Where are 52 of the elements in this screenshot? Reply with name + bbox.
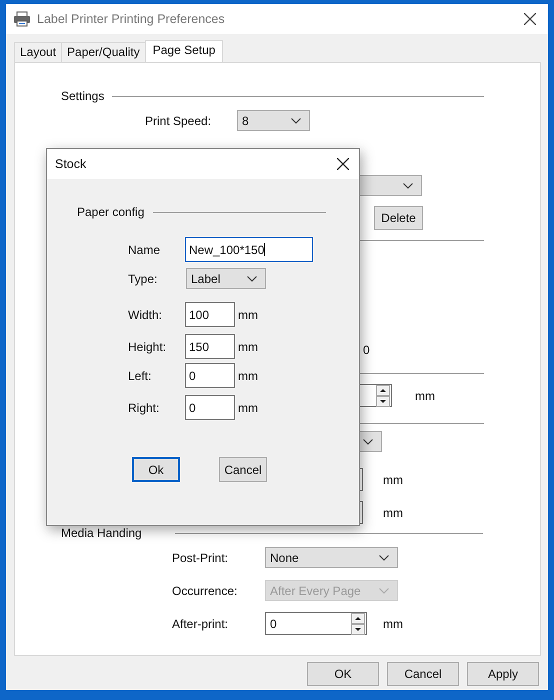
- group-label: Paper config: [77, 205, 146, 219]
- delete-button[interactable]: Delete: [374, 206, 423, 230]
- field-label: Height:: [128, 340, 168, 354]
- unit-label: mm: [238, 340, 258, 354]
- unit-label: mm: [238, 368, 258, 382]
- type-dropdown[interactable]: Label: [186, 268, 266, 289]
- value-text: 0: [363, 343, 370, 357]
- speed-dropdown[interactable]: 8: [237, 110, 310, 131]
- ok-button[interactable]: Ok: [132, 457, 180, 482]
- close-icon[interactable]: [337, 158, 349, 170]
- chevron-icon: [379, 588, 389, 594]
- unit-label: mm: [238, 308, 258, 322]
- field-label: After-print:: [172, 616, 230, 630]
- unit-label: mm: [383, 616, 403, 630]
- input-field[interactable]: 0: [185, 363, 235, 388]
- close-icon[interactable]: [524, 13, 536, 25]
- dialog-title: Stock: [55, 157, 86, 171]
- group-label: Media Handing: [61, 526, 143, 540]
- field-label: Right:: [128, 400, 160, 414]
- input-field[interactable]: 150: [185, 334, 235, 359]
- window-title: Label Printer Printing Preferences: [37, 12, 226, 26]
- cancel-button[interactable]: Cancel: [387, 662, 459, 686]
- chevron-icon: [363, 438, 373, 444]
- spin-arrows-icon[interactable]: [376, 384, 390, 406]
- tab[interactable]: Page Setup: [144, 40, 224, 62]
- ok-button[interactable]: OK: [307, 662, 379, 686]
- field-label: Left:: [128, 368, 152, 382]
- unit-label: mm: [383, 506, 403, 520]
- tab[interactable]: Layout: [14, 42, 62, 62]
- field-label: Type:: [128, 272, 158, 286]
- dropdown[interactable]: None: [265, 547, 398, 568]
- field-label: Name: [128, 242, 162, 256]
- group-label: Settings: [61, 89, 104, 103]
- spin-field[interactable]: 0: [265, 612, 367, 635]
- unit-label: mm: [238, 400, 258, 414]
- input-field[interactable]: 0: [185, 395, 235, 420]
- field-label: Occurrence:: [172, 584, 238, 598]
- spin-arrows-icon[interactable]: [351, 612, 365, 634]
- chevron-icon: [247, 276, 257, 282]
- chevron-icon: [291, 118, 301, 124]
- cancel-button[interactable]: Cancel: [219, 457, 267, 482]
- input-field[interactable]: 100: [185, 302, 235, 327]
- printer-icon: [13, 11, 31, 27]
- apply-button[interactable]: Apply: [467, 662, 539, 686]
- chevron-icon: [379, 554, 389, 560]
- unit-label: mm: [383, 472, 403, 486]
- field-label: Width:: [128, 308, 164, 322]
- chevron-icon: [403, 182, 413, 188]
- field-label: Post-Print:: [172, 550, 230, 564]
- name-input[interactable]: New_100*150: [185, 237, 313, 262]
- field-label: Print Speed:: [145, 114, 212, 128]
- unit-label: mm: [415, 388, 435, 402]
